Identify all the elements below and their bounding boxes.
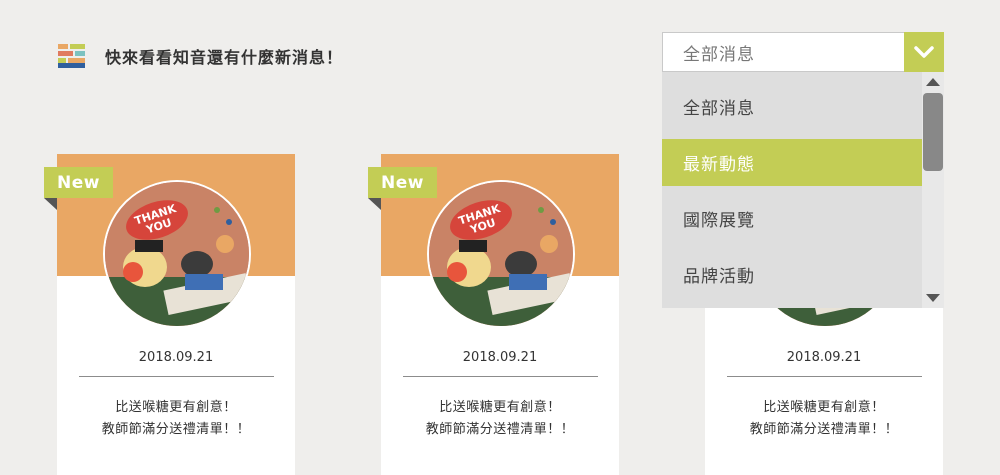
card-description[interactable]: 比送喉糖更有創意！ 教師節滿分送禮清單！！ [705, 397, 943, 441]
page-title: 快來看看知音還有什麼新消息！ [105, 48, 344, 67]
badge-fold [368, 198, 381, 210]
card-description-line: 教師節滿分送禮清單！！ [425, 422, 575, 437]
card-thumbnail[interactable]: THANK YOU [427, 180, 575, 328]
dropdown-option-brand-events[interactable]: 品牌活動 [662, 251, 922, 298]
card-description-line: 比送喉糖更有創意！ [115, 400, 237, 415]
category-dropdown-list[interactable]: 全部消息 最新動態 國際展覽 品牌活動 [662, 72, 944, 308]
card-thumbnail[interactable]: THANK YOU [103, 180, 251, 328]
card-date: 2018.09.21 [138, 350, 214, 365]
dropdown-option-exhibitions[interactable]: 國際展覽 [662, 195, 922, 242]
scrollbar-thumb[interactable] [923, 93, 943, 171]
card-description-line: 比送喉糖更有創意！ [439, 400, 561, 415]
divider [403, 376, 598, 377]
scroll-up-arrow-icon[interactable] [926, 78, 940, 86]
category-select[interactable]: 全部消息 [662, 32, 944, 72]
news-card-1[interactable]: THANK YOU New 2018.09.21 比送喉糖更有創意！ 教師節滿分送… [44, 154, 295, 475]
card-description[interactable]: 比送喉糖更有創意！ 教師節滿分送禮清單！！ [381, 397, 619, 441]
page-header: 快來看看知音還有什麼新消息！ [58, 44, 343, 68]
new-badge: New [368, 167, 437, 198]
card-description-line: 比送喉糖更有創意！ [763, 400, 885, 415]
new-badge: New [44, 167, 113, 198]
dropdown-option-latest[interactable]: 最新動態 [662, 139, 922, 186]
dropdown-toggle-button[interactable] [904, 32, 944, 72]
card-date: 2018.09.21 [462, 350, 538, 365]
news-card-2[interactable]: THANK YOU New 2018.09.21 比送喉糖更有創意！ 教師節滿分送… [368, 154, 619, 475]
scroll-down-arrow-icon[interactable] [926, 294, 940, 302]
badge-fold [44, 198, 57, 210]
news-grid-icon [58, 44, 85, 68]
category-select-value[interactable]: 全部消息 [663, 40, 904, 65]
chevron-down-icon [914, 46, 934, 58]
dropdown-option-all[interactable]: 全部消息 [662, 83, 922, 130]
divider [727, 376, 922, 377]
card-date: 2018.09.21 [786, 350, 862, 365]
card-description-line: 教師節滿分送禮清單！！ [749, 422, 899, 437]
card-description[interactable]: 比送喉糖更有創意！ 教師節滿分送禮清單！！ [57, 397, 295, 441]
divider [79, 376, 274, 377]
dropdown-scrollbar[interactable] [922, 72, 944, 308]
card-description-line: 教師節滿分送禮清單！！ [101, 422, 251, 437]
